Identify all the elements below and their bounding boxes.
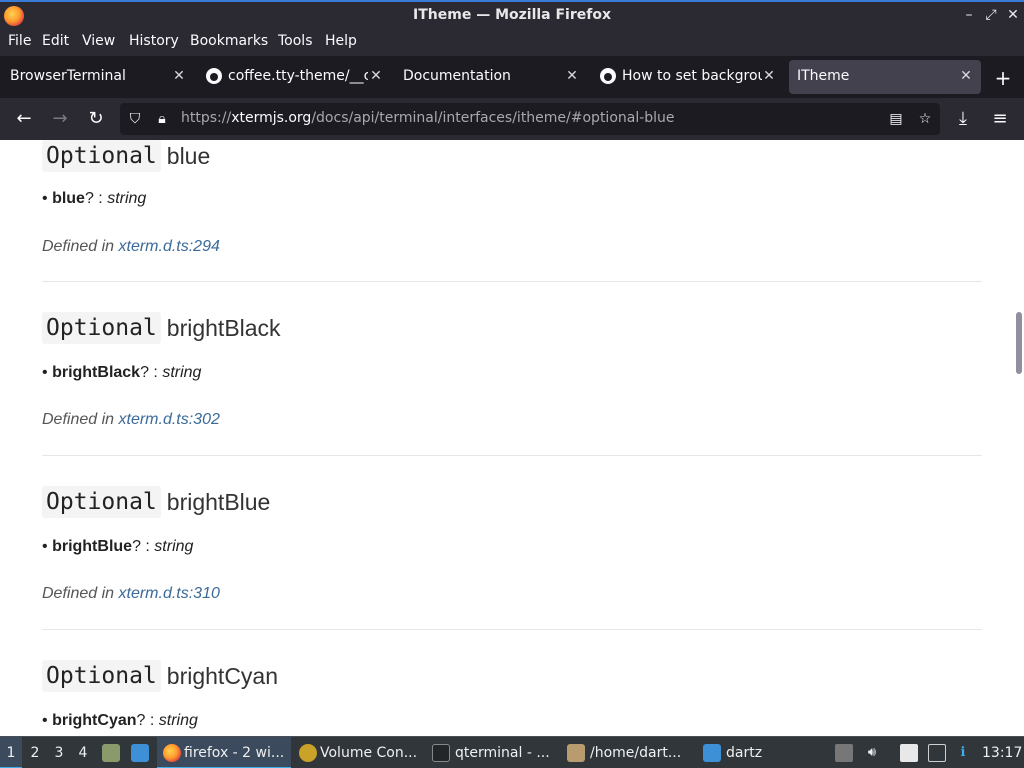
terminal-icon <box>432 744 450 762</box>
defined-in: Defined in xterm.d.ts:302 <box>42 411 220 428</box>
menu-bar: File Edit View History Bookmarks Tools H… <box>0 30 1024 54</box>
member-heading: Optional brightCyan <box>42 660 278 700</box>
volume-control-icon <box>299 744 317 762</box>
github-icon <box>206 68 222 84</box>
taskbar-item-label: qterminal - ... <box>455 745 550 761</box>
member-name: blue <box>166 142 211 169</box>
section-divider <box>42 281 982 282</box>
taskbar-item-dartz[interactable]: dartz <box>697 737 827 768</box>
url-bar[interactable]: ⛉ 🔒︎ https://xtermjs.org/docs/api/termin… <box>120 103 940 135</box>
taskbar-item-qterminal[interactable]: qterminal - ... <box>426 737 556 768</box>
taskbar-item-label: Volume Con... <box>320 745 418 761</box>
workspace-4[interactable]: 4 <box>72 737 94 768</box>
folder-icon <box>703 744 721 762</box>
taskbar-item-volume-control[interactable]: Volume Con... <box>293 737 423 768</box>
member-heading: Optional brightBlue <box>42 486 270 526</box>
update-tray-icon[interactable]: ℹ <box>954 744 972 762</box>
defined-in: Defined in xterm.d.ts:294 <box>42 238 220 255</box>
tab-close-icon[interactable]: ✕ <box>956 66 976 86</box>
taskbar-item-label: /home/dart... <box>590 745 682 761</box>
section-divider <box>42 455 982 456</box>
source-link[interactable]: xterm.d.ts:294 <box>119 238 220 255</box>
window-titlebar: ITheme — Mozilla Firefox – ⤢ ✕ <box>0 0 1024 30</box>
member-name: brightCyan <box>166 662 279 689</box>
network-tray-icon[interactable] <box>928 744 946 762</box>
defined-in: Defined in xterm.d.ts:310 <box>42 585 220 602</box>
member-signature: • blue? : string <box>42 190 147 207</box>
taskbar-item-firefox[interactable]: firefox - 2 wi... <box>157 737 291 768</box>
tab-coffee-tty-theme[interactable]: coffee.tty-theme/__c ✕ <box>196 60 390 94</box>
member-name: brightBlue <box>166 488 271 515</box>
tab-browserterminal[interactable]: BrowserTerminal ✕ <box>0 60 194 94</box>
tab-itheme[interactable]: ITheme ✕ <box>789 60 981 94</box>
member-signature: • brightBlue? : string <box>42 538 194 555</box>
taskbar-item-label: firefox - 2 wi... <box>184 745 285 761</box>
workspace-3[interactable]: 3 <box>48 737 70 768</box>
forward-button[interactable]: → <box>48 108 72 130</box>
section-divider <box>42 629 982 630</box>
file-manager-launcher-icon[interactable] <box>102 744 120 762</box>
minimize-icon[interactable]: – <box>960 6 978 24</box>
navigation-bar: ← → ↻ ⛉ 🔒︎ https://xtermjs.org/docs/api/… <box>0 98 1024 140</box>
back-button[interactable]: ← <box>12 108 36 130</box>
lock-icon[interactable]: 🔒︎ <box>152 109 172 129</box>
github-icon <box>600 68 616 84</box>
tab-label: How to set backgrou <box>622 68 762 84</box>
menu-bookmarks[interactable]: Bookmarks <box>190 33 268 49</box>
reader-view-icon[interactable]: ▤ <box>886 109 906 129</box>
optional-keyword: Optional <box>42 660 161 692</box>
tab-close-icon[interactable]: ✕ <box>169 66 189 86</box>
source-link[interactable]: xterm.d.ts:302 <box>119 411 220 428</box>
url-text[interactable]: https://xtermjs.org/docs/api/terminal/in… <box>181 110 675 126</box>
clipboard-tray-icon[interactable] <box>835 744 853 762</box>
source-link[interactable]: xterm.d.ts:310 <box>119 585 220 602</box>
desktop-launcher-icon[interactable] <box>131 744 149 762</box>
window-title: ITheme — Mozilla Firefox <box>413 7 611 23</box>
menu-history[interactable]: History <box>129 33 179 49</box>
menu-edit[interactable]: Edit <box>42 33 69 49</box>
clock: 13:17 <box>982 745 1023 761</box>
volume-tray-icon[interactable]: 🔊︎ <box>863 744 881 762</box>
restore-icon[interactable]: ⤢ <box>982 6 1000 24</box>
page-content: Optional blue • blue? : string Defined in… <box>0 140 1024 736</box>
menu-file[interactable]: File <box>8 33 31 49</box>
new-tab-button[interactable]: + <box>992 68 1014 90</box>
app-menu-button[interactable]: ≡ <box>988 108 1012 130</box>
member-signature: • brightBlack? : string <box>42 364 202 381</box>
menu-help[interactable]: Help <box>325 33 357 49</box>
member-heading: Optional brightBlack <box>42 312 281 352</box>
menu-tools[interactable]: Tools <box>278 33 313 49</box>
close-window-icon[interactable]: ✕ <box>1004 6 1022 24</box>
taskbar: 1 2 3 4 firefox - 2 wi... Volume Con... … <box>0 736 1024 768</box>
optional-keyword: Optional <box>42 486 161 518</box>
workspace-1[interactable]: 1 <box>0 737 22 768</box>
tab-label: coffee.tty-theme/__c <box>228 68 368 84</box>
bookmark-star-icon[interactable]: ☆ <box>915 109 935 129</box>
tracking-protection-shield-icon[interactable]: ⛉ <box>125 109 145 129</box>
tab-how-to-set-background[interactable]: How to set backgrou ✕ <box>590 60 786 94</box>
tab-close-icon[interactable]: ✕ <box>562 66 582 86</box>
archive-icon <box>567 744 585 762</box>
firefox-icon <box>163 744 181 762</box>
workspace-2[interactable]: 2 <box>24 737 46 768</box>
tab-label: Documentation <box>403 68 511 84</box>
taskbar-item-label: dartz <box>726 745 763 761</box>
optional-keyword: Optional <box>42 140 161 172</box>
tab-strip: BrowserTerminal ✕ coffee.tty-theme/__c ✕… <box>0 56 1024 98</box>
optional-keyword: Optional <box>42 312 161 344</box>
member-name: brightBlack <box>166 314 281 341</box>
member-signature: • brightCyan? : string <box>42 712 198 729</box>
tab-close-icon[interactable]: ✕ <box>366 66 386 86</box>
tab-label: ITheme <box>797 68 850 84</box>
notes-tray-icon[interactable] <box>900 744 918 762</box>
downloads-button[interactable]: ⤓ <box>951 108 975 130</box>
tab-close-icon[interactable]: ✕ <box>759 66 779 86</box>
member-heading: Optional blue <box>42 140 210 180</box>
scrollbar-thumb[interactable] <box>1016 312 1022 374</box>
menu-view[interactable]: View <box>82 33 115 49</box>
taskbar-item-home-folder[interactable]: /home/dart... <box>561 737 691 768</box>
tab-label: BrowserTerminal <box>10 68 126 84</box>
tab-documentation[interactable]: Documentation ✕ <box>392 60 588 94</box>
reload-button[interactable]: ↻ <box>84 108 108 130</box>
